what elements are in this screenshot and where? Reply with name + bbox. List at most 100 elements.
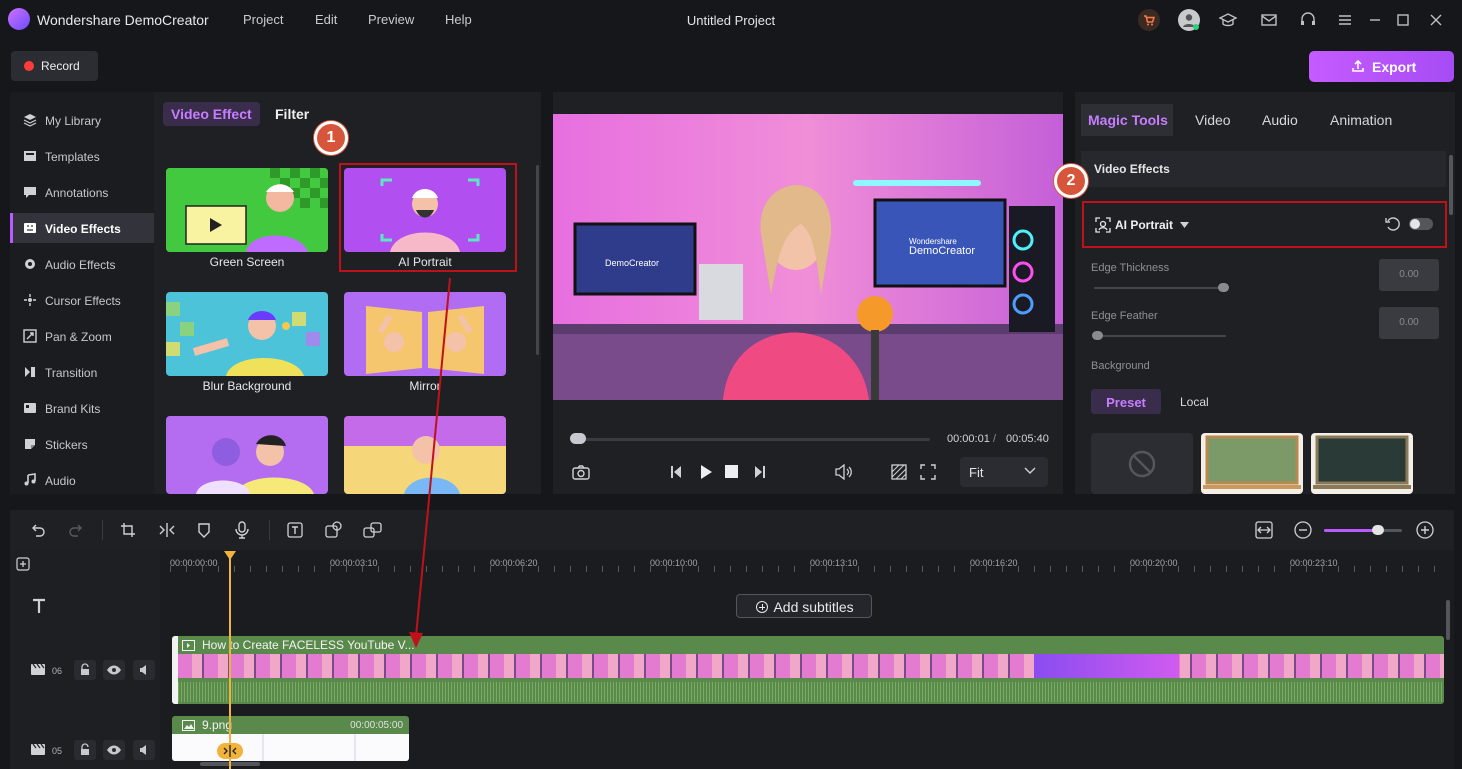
timeline-vertical-scrollbar[interactable] [1446, 600, 1450, 640]
text-to-speech-icon[interactable] [363, 521, 383, 539]
zoom-fit-select[interactable]: Fit [960, 457, 1048, 487]
volume-icon[interactable] [834, 464, 854, 480]
maximize-icon[interactable] [1393, 10, 1413, 30]
preview-scrubber[interactable] [570, 438, 930, 441]
tab-filter[interactable]: Filter [267, 102, 317, 126]
timeline-zoom-knob[interactable] [1372, 525, 1384, 535]
menu-help[interactable]: Help [445, 12, 472, 27]
properties-scrollbar[interactable] [1449, 155, 1453, 215]
sidebar-item-annotations[interactable]: Annotations [10, 177, 154, 207]
tab-video[interactable]: Video [1195, 112, 1231, 128]
next-frame-icon[interactable] [751, 465, 767, 479]
ruler-label: 00:00:03:10 [330, 558, 378, 568]
safe-zone-icon[interactable] [891, 464, 907, 480]
previous-frame-icon[interactable] [669, 465, 685, 479]
support-icon[interactable] [1298, 10, 1318, 30]
fit-timeline-icon[interactable] [1255, 521, 1273, 539]
track-visibility-button[interactable] [103, 660, 125, 680]
effect-card-mirror[interactable] [344, 292, 506, 376]
tab-audio[interactable]: Audio [1262, 112, 1298, 128]
transition-icon [23, 365, 37, 379]
edge-feather-slider[interactable] [1094, 335, 1226, 337]
sidebar-item-cursor-effects[interactable]: Cursor Effects [10, 285, 154, 315]
effect-card-green-screen[interactable] [166, 168, 328, 252]
layers-icon [23, 113, 37, 127]
tab-animation[interactable]: Animation [1330, 112, 1392, 128]
edge-thickness-knob[interactable] [1218, 283, 1229, 292]
crop-icon[interactable] [120, 522, 136, 538]
tab-video-effect[interactable]: Video Effect [163, 102, 260, 126]
preview-video[interactable]: DemoCreator Wondershare DemoCreator [553, 114, 1063, 400]
cart-icon[interactable] [1138, 9, 1160, 31]
edge-feather-input[interactable]: 0.00 [1379, 307, 1439, 339]
redo-icon[interactable] [68, 522, 84, 538]
scrubber-knob[interactable] [570, 433, 586, 444]
sidebar-item-stickers[interactable]: Stickers [10, 429, 154, 459]
edge-thickness-input[interactable]: 0.00 [1379, 259, 1439, 291]
no-background-icon [1128, 450, 1156, 478]
menu-preview[interactable]: Preview [368, 12, 414, 27]
split-handle[interactable] [217, 743, 243, 759]
effect-card-blur-background[interactable] [166, 292, 328, 376]
effect-card-label: Green Screen [209, 255, 285, 269]
tab-local[interactable]: Local [1180, 395, 1209, 409]
track-mute-button[interactable] [133, 740, 155, 760]
add-subtitles-button[interactable]: Add subtitles [736, 594, 872, 618]
zoom-in-icon[interactable] [1416, 521, 1434, 539]
background-preset-dark-board[interactable] [1311, 433, 1413, 494]
minimize-icon[interactable] [1365, 10, 1385, 30]
export-button[interactable]: Export [1309, 51, 1454, 82]
timeline-zoom-slider[interactable] [1324, 529, 1402, 532]
text-caption-icon[interactable] [287, 522, 303, 538]
menu-edit[interactable]: Edit [315, 12, 337, 27]
effects-scrollbar[interactable] [536, 165, 539, 355]
edge-feather-value: 0.00 [1399, 317, 1419, 328]
mail-icon[interactable] [1259, 10, 1279, 30]
speech-to-text-icon[interactable] [325, 521, 343, 539]
sidebar-item-video-effects[interactable]: Video Effects [10, 213, 154, 243]
zoom-out-icon[interactable] [1294, 521, 1312, 539]
record-button[interactable]: Record [11, 51, 98, 81]
track-lock-button[interactable] [74, 740, 96, 760]
tab-magic-tools[interactable]: Magic Tools [1081, 104, 1173, 136]
close-icon[interactable] [1426, 10, 1446, 30]
stop-icon[interactable] [725, 465, 738, 478]
sidebar-item-audio-effects[interactable]: Audio Effects [10, 249, 154, 279]
background-none[interactable] [1091, 433, 1193, 494]
sidebar-item-pan-zoom[interactable]: Pan & Zoom [10, 321, 154, 351]
sidebar-item-label: Audio [45, 474, 76, 488]
track-visibility-button[interactable] [103, 740, 125, 760]
sidebar-item-transition[interactable]: Transition [10, 357, 154, 387]
marker-icon[interactable] [197, 522, 211, 538]
track-mute-button[interactable] [133, 660, 155, 680]
sidebar-item-brand-kits[interactable]: Brand Kits [10, 393, 154, 423]
background-preset-green-board[interactable] [1201, 433, 1303, 494]
playhead[interactable] [229, 556, 231, 769]
tab-preset[interactable]: Preset [1091, 389, 1161, 414]
video-clip[interactable]: How to Create FACELESS YouTube V... [172, 636, 1444, 704]
menu-project[interactable]: Project [243, 12, 283, 27]
menu-lines-icon[interactable] [1335, 10, 1355, 30]
step-badge-1: 1 [314, 121, 348, 155]
learn-icon[interactable] [1218, 10, 1238, 30]
effect-card-partial-1[interactable] [166, 416, 328, 494]
add-track-icon[interactable] [16, 557, 30, 571]
track-lock-button[interactable] [74, 660, 96, 680]
play-icon[interactable] [699, 464, 713, 480]
microphone-icon[interactable] [235, 521, 249, 539]
fullscreen-icon[interactable] [920, 464, 936, 480]
video-effects-icon [23, 221, 37, 235]
split-icon[interactable] [158, 522, 176, 538]
sidebar-item-templates[interactable]: Templates [10, 141, 154, 171]
snapshot-icon[interactable] [572, 464, 590, 480]
edge-thickness-slider[interactable] [1094, 287, 1226, 289]
video-clip-thumbnail-segment [1034, 654, 1179, 678]
edge-feather-knob[interactable] [1092, 331, 1103, 340]
music-icon [23, 473, 37, 487]
account-icon[interactable] [1178, 9, 1200, 31]
undo-icon[interactable] [30, 522, 46, 538]
sidebar-item-audio[interactable]: Audio [10, 465, 154, 495]
effect-card-partial-2[interactable] [344, 416, 506, 494]
sidebar-item-my-library[interactable]: My Library [10, 105, 154, 135]
image-clip[interactable]: 9.png 00:00:05:00 [172, 716, 409, 761]
